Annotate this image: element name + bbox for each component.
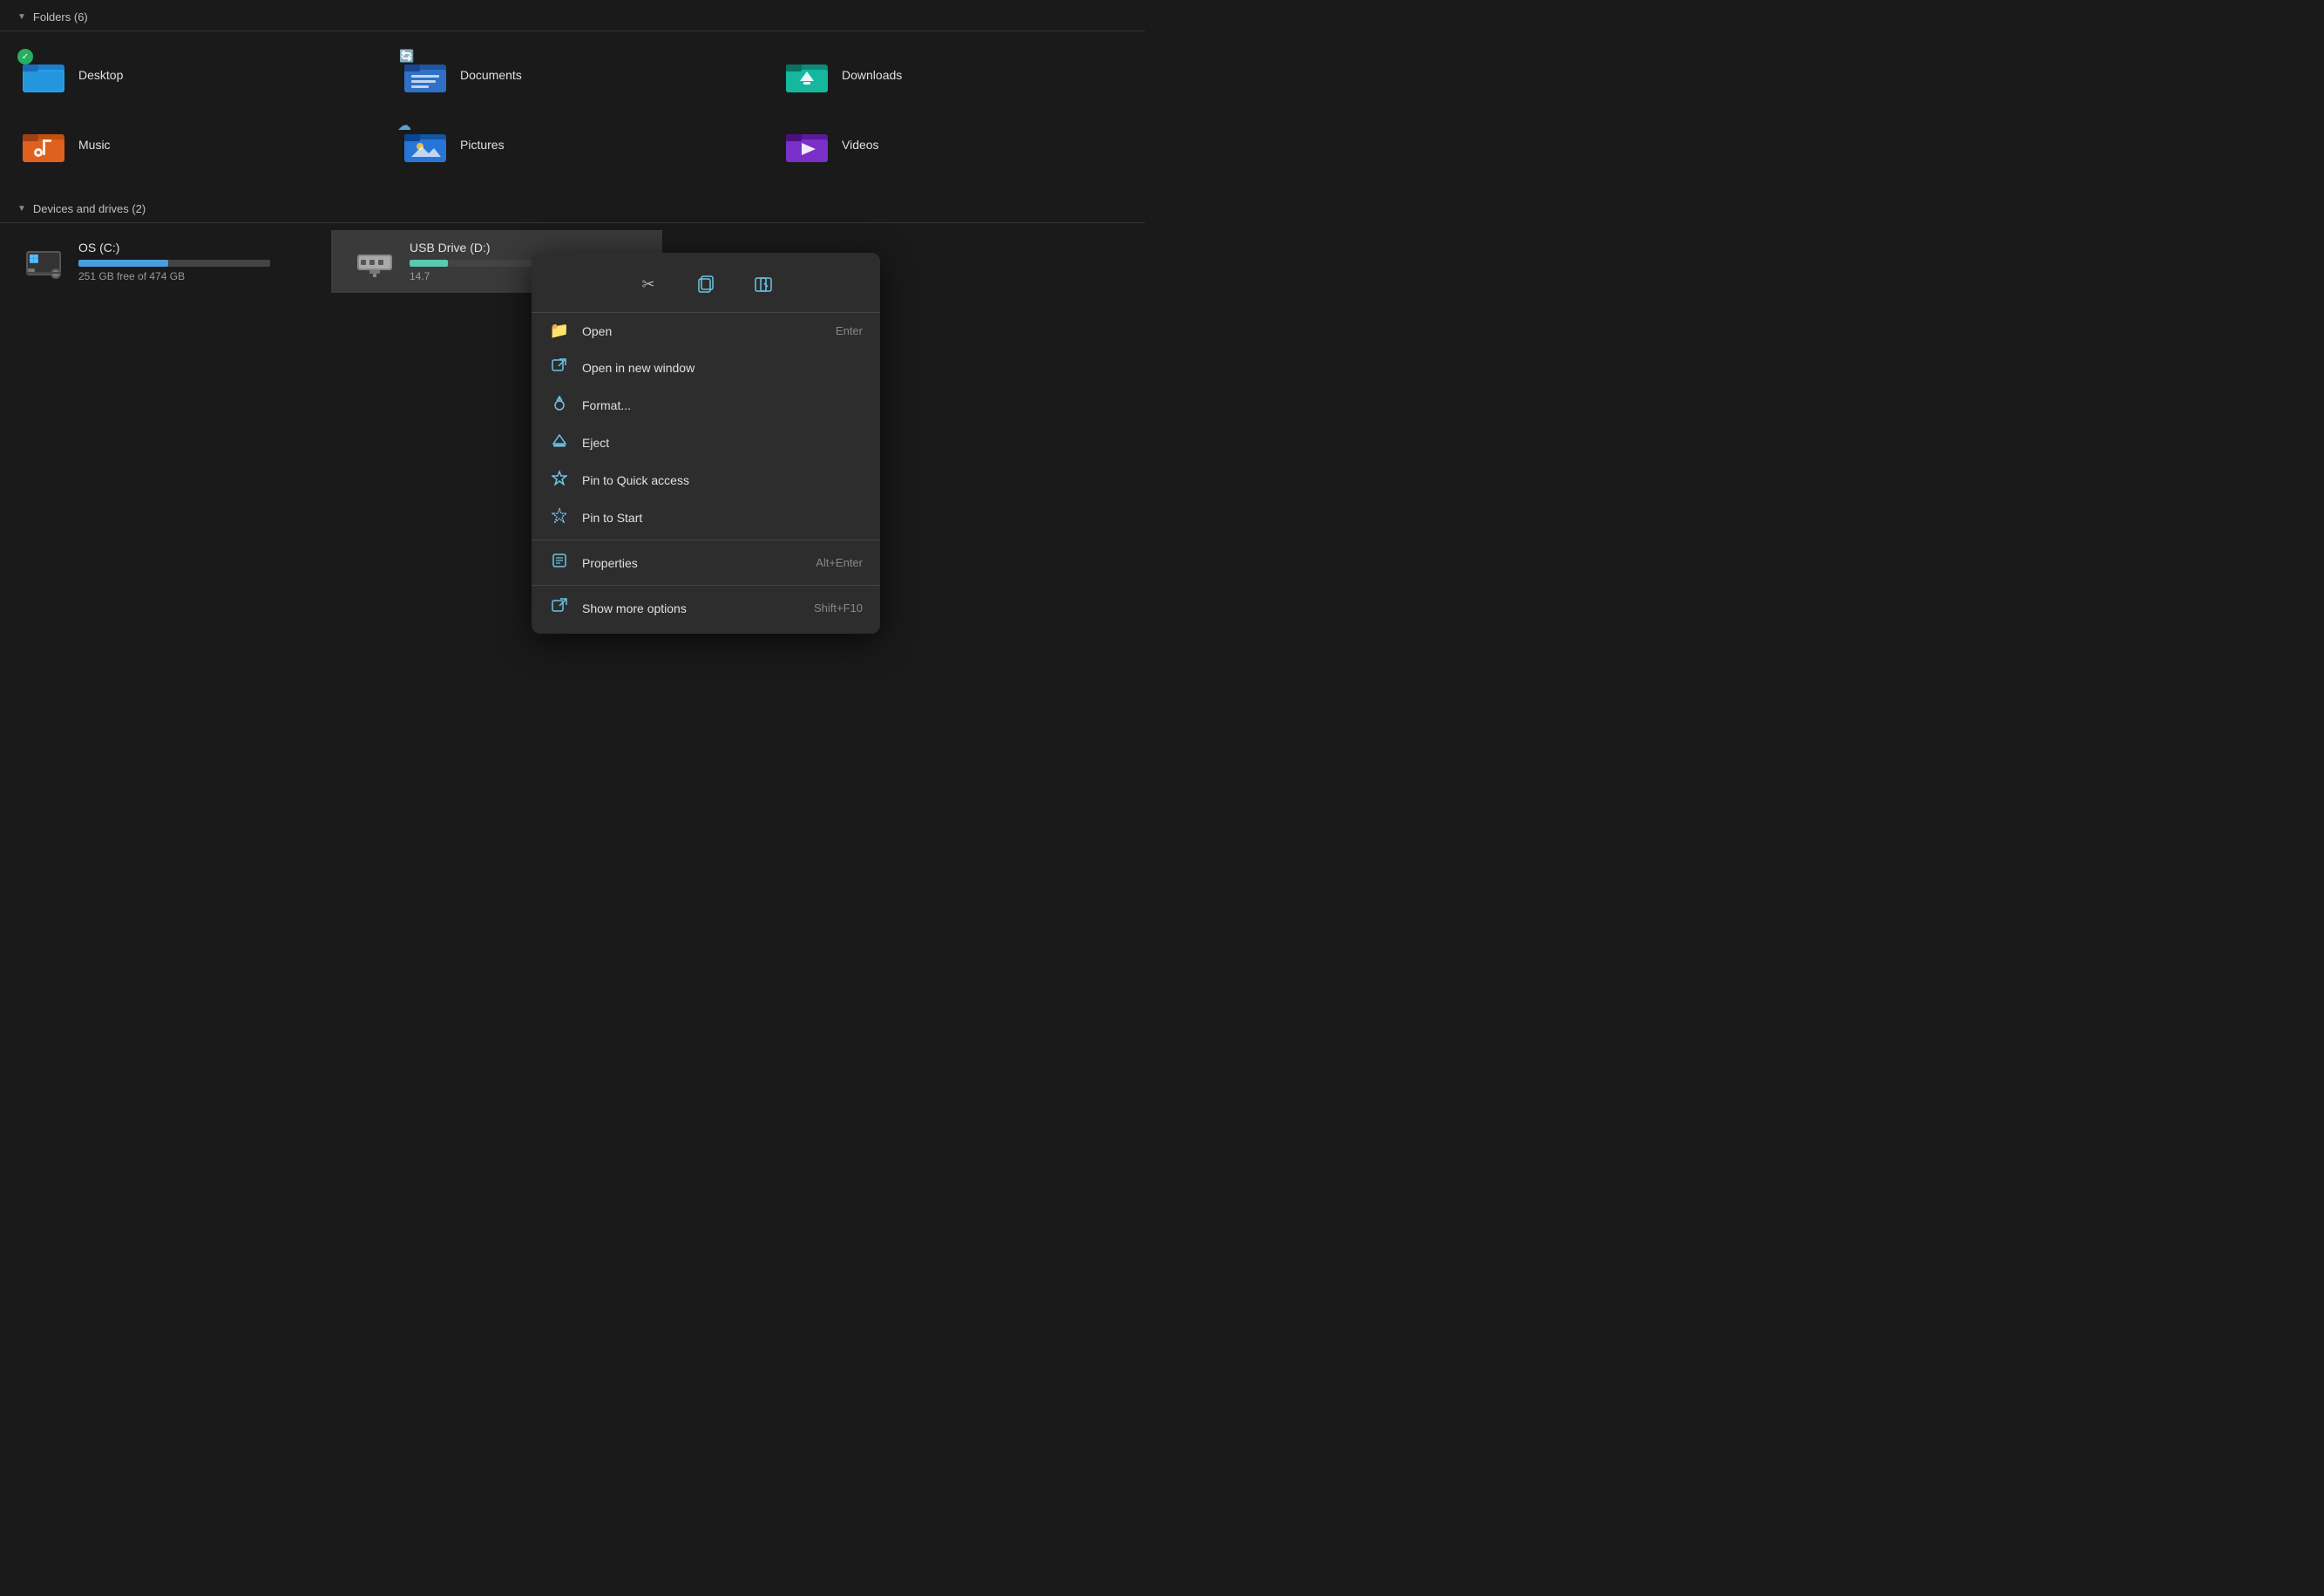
folders-grid: ✓ Desktop 🔄 Documents — [0, 31, 1145, 188]
folder-icon-desktop: ✓ — [21, 52, 66, 98]
context-menu-toolbar: ✂ — [532, 260, 880, 313]
folder-name-desktop: Desktop — [78, 68, 123, 82]
eject-icon — [549, 432, 570, 452]
context-divider-2 — [532, 585, 880, 586]
pin-start-item[interactable]: Pin to Start — [532, 499, 880, 536]
context-menu: ✂ 📁 Open Enter Open — [532, 253, 880, 634]
folder-icon-pictures: ☁ — [403, 122, 448, 167]
copy-button[interactable] — [690, 268, 722, 300]
properties-label: Properties — [582, 556, 803, 570]
folder-item-desktop[interactable]: ✓ Desktop — [0, 40, 382, 110]
eject-label: Eject — [582, 436, 863, 450]
pin-start-icon — [549, 507, 570, 527]
folder-name-pictures: Pictures — [460, 138, 505, 152]
paste-icon — [754, 275, 773, 294]
folder-item-downloads[interactable]: Downloads — [763, 40, 1145, 110]
check-badge-desktop: ✓ — [17, 49, 33, 65]
drive-icon-d — [352, 239, 397, 284]
pin-quick-access-item[interactable]: Pin to Quick access — [532, 461, 880, 499]
sync-badge-documents: 🔄 — [399, 49, 414, 64]
show-more-options-icon — [549, 598, 570, 618]
open-new-window-label: Open in new window — [582, 361, 863, 375]
folder-name-documents: Documents — [460, 68, 522, 82]
folder-item-music[interactable]: Music — [0, 110, 382, 180]
folders-label: Folders (6) — [33, 10, 88, 24]
show-more-options-label: Show more options — [582, 601, 802, 615]
properties-icon — [549, 553, 570, 573]
drive-c-free: 251 GB free of 474 GB — [78, 270, 310, 282]
drive-d-bar-fill — [410, 260, 448, 267]
pin-quick-access-icon — [549, 470, 570, 490]
pin-quick-access-label: Pin to Quick access — [582, 473, 863, 487]
folder-svg-videos — [784, 122, 830, 167]
devices-section-header: ▼ Devices and drives (2) — [0, 192, 1145, 223]
folders-chevron: ▼ — [17, 12, 26, 22]
folder-name-music: Music — [78, 138, 111, 152]
properties-shortcut: Alt+Enter — [816, 556, 863, 569]
format-label: Format... — [582, 398, 863, 412]
format-item[interactable]: Format... — [532, 386, 880, 424]
open-item[interactable]: 📁 Open Enter — [532, 313, 880, 349]
folder-item-documents[interactable]: 🔄 Documents — [382, 40, 763, 110]
folders-section-header: ▼ Folders (6) — [0, 0, 1145, 31]
folder-item-pictures[interactable]: ☁ Pictures — [382, 110, 763, 180]
folder-svg-music — [21, 122, 66, 167]
drive-c-info: OS (C:) 251 GB free of 474 GB — [78, 241, 310, 282]
folder-icon-downloads — [784, 52, 830, 98]
properties-item[interactable]: Properties Alt+Enter — [532, 544, 880, 581]
show-more-options-item[interactable]: Show more options Shift+F10 — [532, 589, 880, 627]
drive-c-bar-fill — [78, 260, 168, 267]
open-icon: 📁 — [549, 322, 570, 340]
paste-shortcut-button[interactable] — [748, 268, 779, 300]
folder-name-downloads: Downloads — [842, 68, 902, 82]
open-new-window-icon — [549, 357, 570, 377]
folder-icon-documents: 🔄 — [403, 52, 448, 98]
cut-button[interactable]: ✂ — [633, 268, 664, 300]
cloud-badge-pictures: ☁ — [397, 117, 411, 134]
open-label: Open — [582, 324, 823, 338]
drive-c-bar — [78, 260, 270, 267]
drive-c-name: OS (C:) — [78, 241, 310, 255]
folder-name-videos: Videos — [842, 138, 879, 152]
format-icon — [549, 395, 570, 415]
folder-icon-videos — [784, 122, 830, 167]
copy-icon — [696, 275, 715, 294]
open-new-window-item[interactable]: Open in new window — [532, 349, 880, 386]
eject-item[interactable]: Eject — [532, 424, 880, 461]
devices-chevron: ▼ — [17, 204, 26, 214]
folder-svg-downloads — [784, 52, 830, 98]
drive-icon-c — [21, 239, 66, 284]
devices-label: Devices and drives (2) — [33, 202, 146, 215]
open-shortcut: Enter — [836, 324, 863, 337]
pin-start-label: Pin to Start — [582, 511, 863, 525]
drive-item-c[interactable]: OS (C:) 251 GB free of 474 GB — [0, 230, 331, 293]
folder-icon-music — [21, 122, 66, 167]
folder-item-videos[interactable]: Videos — [763, 110, 1145, 180]
show-more-options-shortcut: Shift+F10 — [814, 601, 863, 615]
